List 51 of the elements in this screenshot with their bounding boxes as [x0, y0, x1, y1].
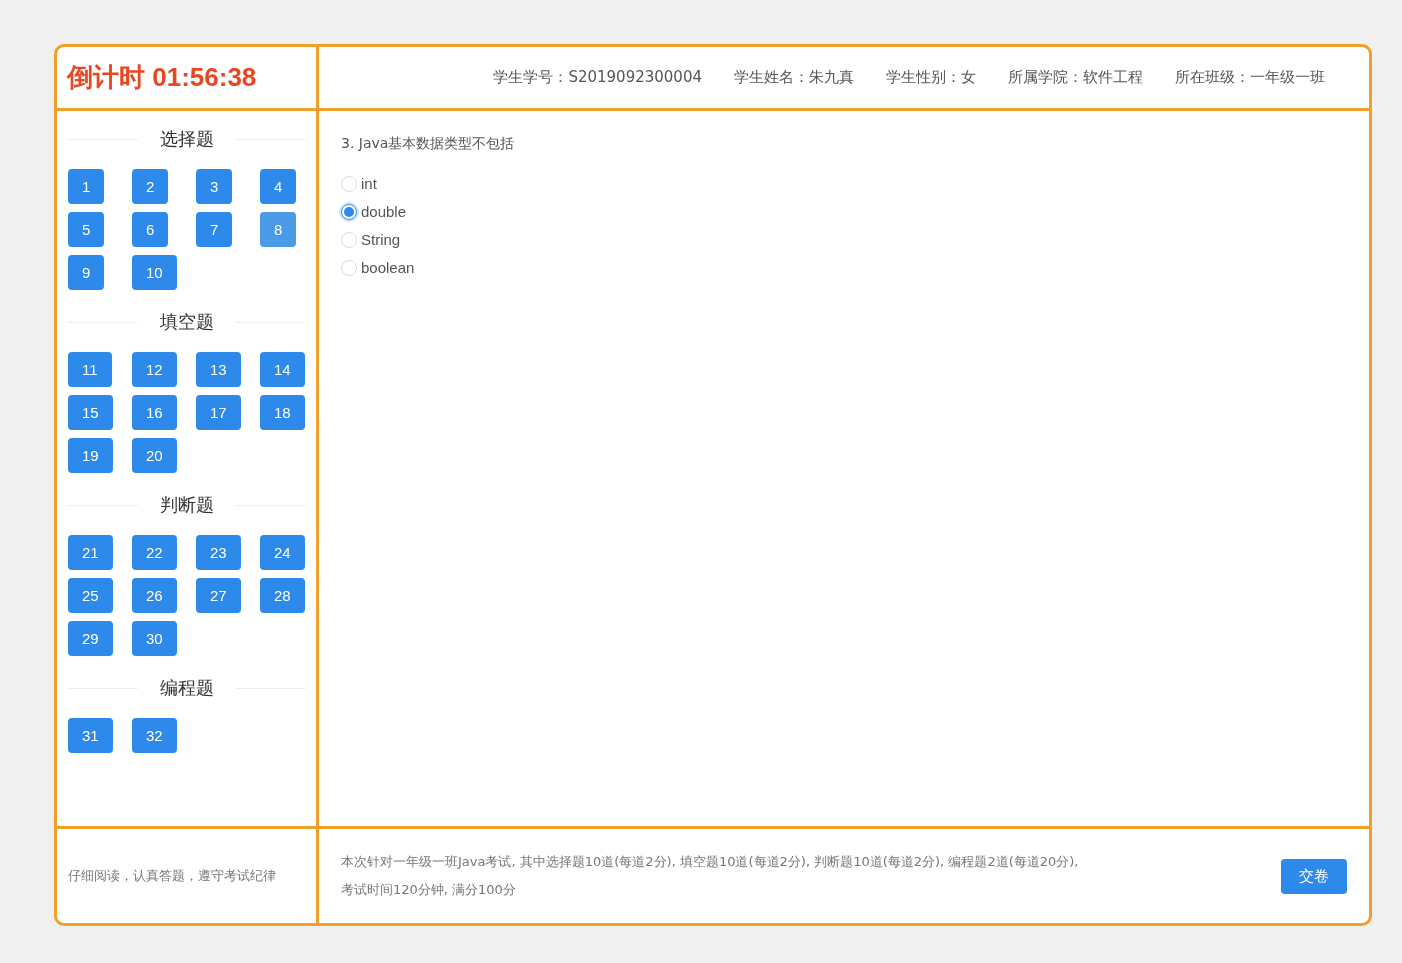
question-number-button[interactable]: 18: [260, 395, 305, 430]
question-number-button[interactable]: 22: [132, 535, 177, 570]
question-number-button[interactable]: 31: [68, 718, 113, 753]
question-number-button[interactable]: 3: [196, 169, 233, 204]
question-number-button[interactable]: 17: [196, 395, 241, 430]
question-number-button[interactable]: 11: [68, 352, 112, 387]
countdown-timer: 倒计时 01:56:38: [67, 61, 257, 94]
question-number-button[interactable]: 7: [196, 212, 233, 247]
student-info: 所属学院：软件工程: [1008, 68, 1143, 87]
section-title: 填空题: [160, 310, 214, 334]
question-number-button[interactable]: 25: [68, 578, 113, 613]
section-title: 判断题: [160, 493, 214, 517]
question-number-button[interactable]: 12: [132, 352, 177, 387]
question-number-button[interactable]: 30: [132, 621, 177, 656]
option-label: double: [361, 203, 407, 220]
submit-button[interactable]: 交卷: [1281, 858, 1347, 894]
option-label: String: [361, 231, 401, 248]
student-info: 学生姓名：朱九真: [734, 68, 854, 87]
question-number-button[interactable]: 23: [196, 535, 241, 570]
question-number-button[interactable]: 1: [68, 169, 105, 204]
question-number-button[interactable]: 14: [260, 352, 305, 387]
exam-reminder: 仔细阅读，认真答题，遵守考试纪律: [68, 867, 276, 885]
question-number-button[interactable]: 28: [260, 578, 305, 613]
question-number-button[interactable]: 29: [68, 621, 113, 656]
question-text: 3. Java基本数据类型不包括: [341, 135, 516, 153]
student-info: 学生性别：女: [886, 68, 976, 87]
question-number-button[interactable]: 4: [260, 169, 297, 204]
student-info: 所在班级：一年级一班: [1175, 68, 1325, 87]
exam-description: 本次针对一年级一班Java考试, 其中选择题10道(每道2分), 填空题10道(每道2分), 判断题10道(每道2分), 编程题2道(每道20分), 考试时间120分钟, 满分100分: [341, 853, 1080, 899]
question-number-button[interactable]: 26: [132, 578, 177, 613]
question-number-button[interactable]: 16: [132, 395, 177, 430]
question-number-button[interactable]: 6: [132, 212, 169, 247]
question-number-button[interactable]: 19: [68, 438, 113, 473]
question-number-button[interactable]: 5: [68, 212, 105, 247]
student-info: 学生学号：S2019092300004: [493, 68, 702, 87]
question-number-button[interactable]: 20: [132, 438, 177, 473]
section-title: 选择题: [160, 127, 214, 151]
option-label: int: [361, 175, 377, 192]
option-label: boolean: [361, 259, 415, 276]
radio-button[interactable]: [341, 203, 357, 220]
question-number-button[interactable]: 24: [260, 535, 305, 570]
section-title: 编程题: [160, 676, 214, 700]
question-number-button[interactable]: 32: [132, 718, 177, 753]
question-number-button[interactable]: 21: [68, 535, 113, 570]
question-number-button[interactable]: 8: [260, 212, 297, 247]
question-number-button[interactable]: 9: [68, 255, 105, 290]
question-number-button[interactable]: 10: [132, 255, 177, 290]
question-number-button[interactable]: 13: [196, 352, 241, 387]
question-number-button[interactable]: 27: [196, 578, 241, 613]
question-number-button[interactable]: 2: [132, 169, 169, 204]
question-number-button[interactable]: 15: [68, 395, 113, 430]
